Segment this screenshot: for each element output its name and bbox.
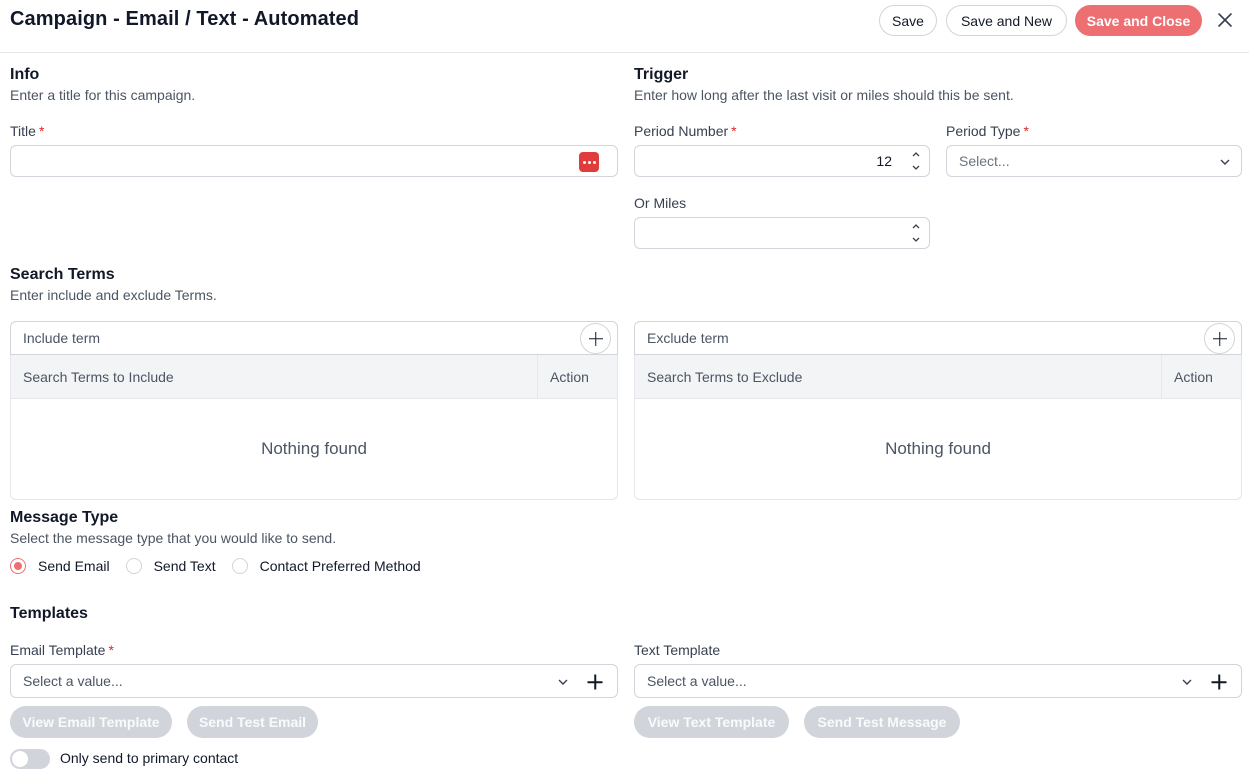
include-term-placeholder: Include term xyxy=(23,330,101,346)
contact-preferred-method-radio[interactable] xyxy=(231,558,248,574)
include-term-input[interactable]: Include term xyxy=(10,321,618,355)
or-miles-input[interactable] xyxy=(634,217,930,249)
table-header: Search Terms to Exclude Action xyxy=(635,355,1241,399)
exclude-term-input[interactable]: Exclude term xyxy=(634,321,1242,355)
period-type-label: Period Type * xyxy=(946,123,1029,139)
add-email-template-icon[interactable] xyxy=(587,674,603,690)
page-title: Campaign - Email / Text - Automated xyxy=(10,8,360,30)
table-header: Search Terms to Include Action xyxy=(11,355,617,399)
or-miles-label: Or Miles xyxy=(634,195,687,211)
info-section-title: Info xyxy=(10,66,40,83)
view-text-template-button[interactable]: View Text Template xyxy=(634,706,789,738)
add-text-template-icon[interactable] xyxy=(1211,674,1227,690)
spinner-arrows-icon[interactable] xyxy=(911,221,921,245)
send-test-email-button[interactable]: Send Test Email xyxy=(187,706,318,738)
period-number-input[interactable]: 12 xyxy=(634,145,930,177)
view-email-template-button[interactable]: View Email Template xyxy=(10,706,172,738)
trigger-section-description: Enter how long after the last visit or m… xyxy=(634,87,1014,103)
primary-contact-toggle[interactable] xyxy=(10,749,50,769)
title-label: Title * xyxy=(10,123,45,139)
add-exclude-term-button[interactable] xyxy=(1204,323,1235,354)
required-asterisk: * xyxy=(108,642,114,658)
save-and-close-button[interactable]: Save and Close xyxy=(1075,5,1202,36)
exclude-column-header: Search Terms to Exclude xyxy=(647,369,803,385)
text-template-label: Text Template xyxy=(634,642,721,658)
required-asterisk: * xyxy=(1023,123,1029,139)
required-asterisk: * xyxy=(731,123,737,139)
header-bar: Campaign - Email / Text - Automated Save… xyxy=(0,0,1249,53)
chevron-down-icon xyxy=(1220,159,1230,165)
info-section-description: Enter a title for this campaign. xyxy=(10,87,196,103)
close-icon[interactable] xyxy=(1214,9,1236,31)
password-manager-icon[interactable] xyxy=(579,152,599,172)
add-include-term-button[interactable] xyxy=(580,323,611,354)
email-template-select[interactable]: Select a value... xyxy=(10,664,618,698)
send-text-radio[interactable] xyxy=(125,558,142,574)
send-text-label[interactable]: Send Text xyxy=(154,558,216,574)
email-template-label: Email Template * xyxy=(10,642,114,658)
send-email-label[interactable]: Send Email xyxy=(38,558,110,574)
required-asterisk: * xyxy=(38,123,45,139)
text-template-select[interactable]: Select a value... xyxy=(634,664,1242,698)
save-and-new-button[interactable]: Save and New xyxy=(946,5,1067,36)
period-number-value: 12 xyxy=(876,153,892,169)
message-type-radio-group: Send Email Send Text Contact Preferred M… xyxy=(10,557,437,575)
search-terms-section-title: Search Terms xyxy=(10,266,115,283)
chevron-down-icon[interactable] xyxy=(557,676,569,688)
include-column-header: Search Terms to Include xyxy=(23,369,174,385)
contact-preferred-method-label[interactable]: Contact Preferred Method xyxy=(260,558,421,574)
templates-section-title: Templates xyxy=(10,605,88,622)
empty-state-text: Nothing found xyxy=(885,439,991,458)
chevron-down-icon[interactable] xyxy=(1181,676,1193,688)
exclude-term-placeholder: Exclude term xyxy=(647,330,729,346)
send-email-radio[interactable] xyxy=(10,558,26,574)
save-button[interactable]: Save xyxy=(879,5,937,36)
include-terms-table: Search Terms to Include Action Nothing f… xyxy=(10,355,618,500)
period-type-placeholder: Select... xyxy=(959,153,1010,169)
action-column-header: Action xyxy=(537,355,617,399)
empty-state-text: Nothing found xyxy=(261,439,367,458)
email-template-placeholder: Select a value... xyxy=(23,673,123,689)
trigger-section-title: Trigger xyxy=(634,66,689,83)
message-type-section-title: Message Type xyxy=(10,509,119,526)
period-type-select[interactable]: Select... xyxy=(946,145,1242,177)
title-input[interactable] xyxy=(10,145,618,177)
message-type-section-description: Select the message type that you would l… xyxy=(10,530,337,546)
period-number-label: Period Number * xyxy=(634,123,737,139)
search-terms-section-description: Enter include and exclude Terms. xyxy=(10,287,217,303)
send-test-message-button[interactable]: Send Test Message xyxy=(804,706,960,738)
exclude-terms-table: Search Terms to Exclude Action Nothing f… xyxy=(634,355,1242,500)
primary-contact-label: Only send to primary contact xyxy=(60,750,239,766)
action-column-header: Action xyxy=(1161,355,1241,399)
text-template-placeholder: Select a value... xyxy=(647,673,747,689)
spinner-arrows-icon[interactable] xyxy=(911,149,921,173)
